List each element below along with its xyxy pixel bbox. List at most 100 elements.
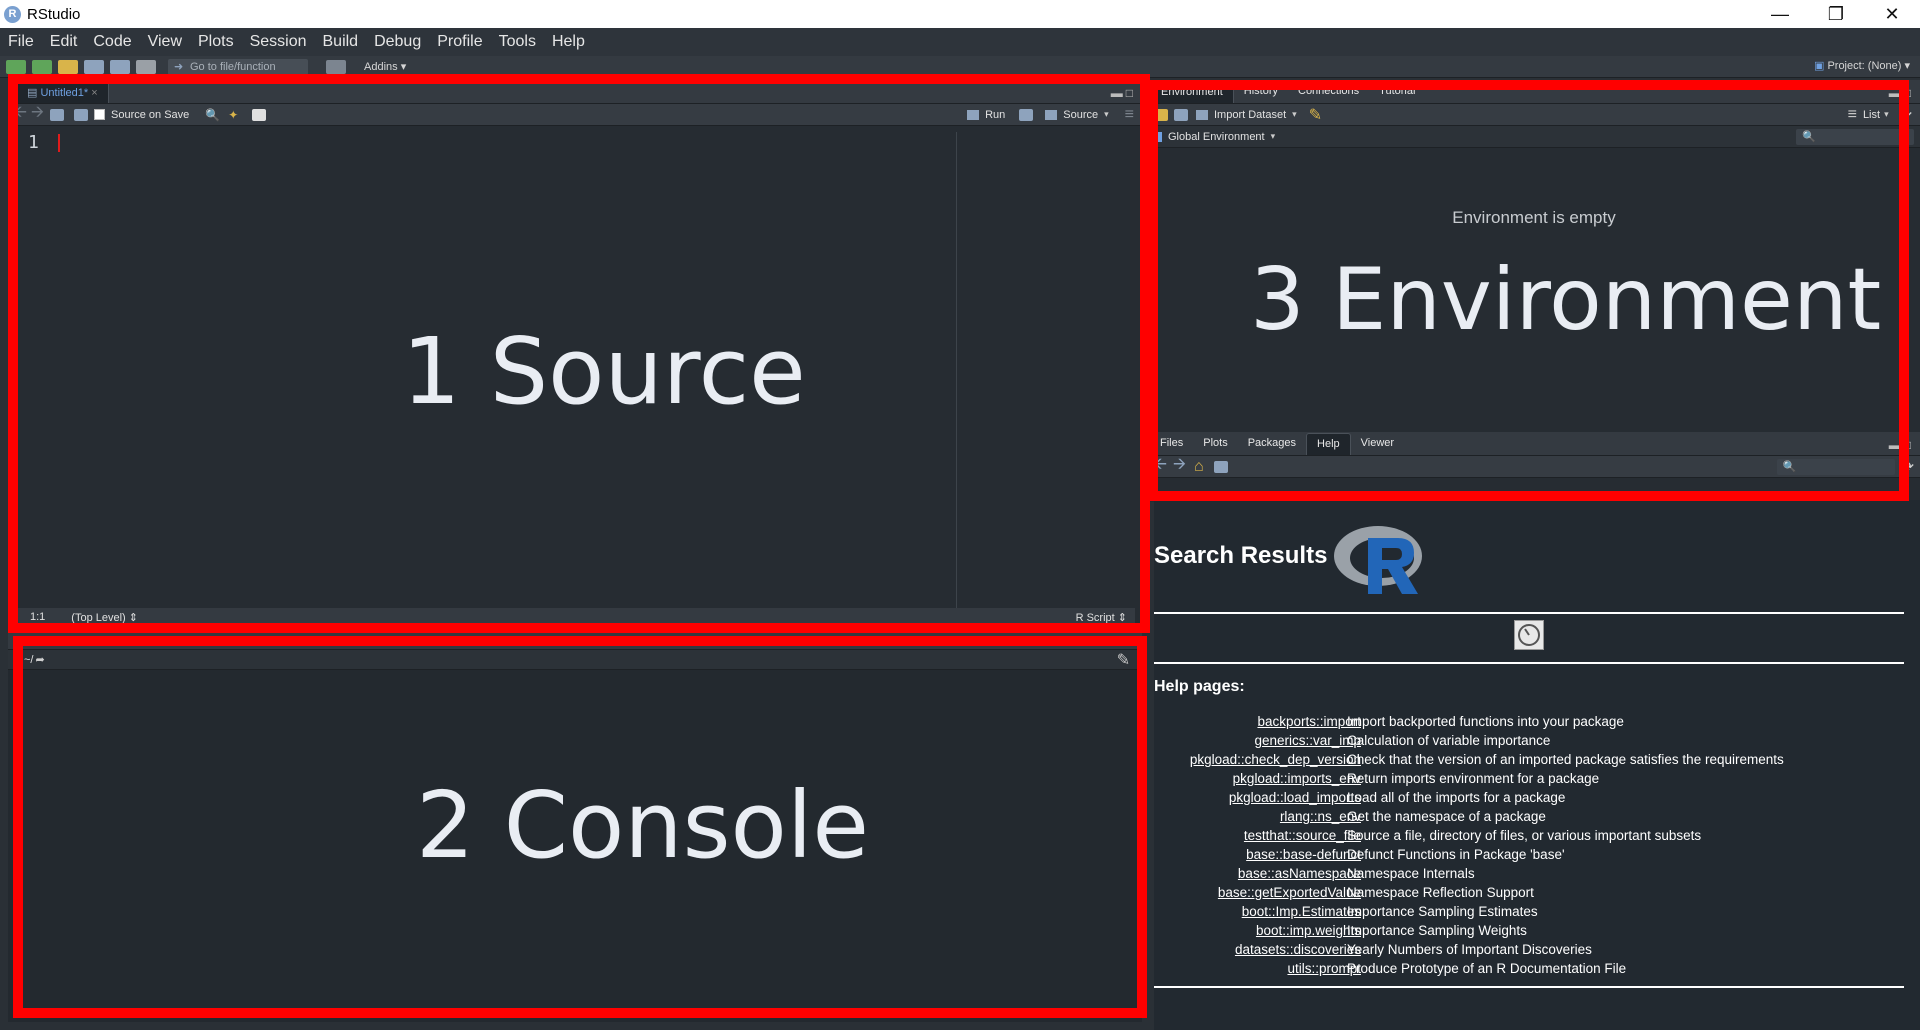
rerun-icon[interactable] [1019,108,1034,121]
magic-wand-icon[interactable]: ✦ [228,108,238,122]
help-row: base::base-defunct Defunct Functions in P… [1154,847,1920,866]
help-home-icon[interactable]: ⌂ [1194,458,1204,476]
clear-console-icon[interactable]: ✎ [1117,650,1130,670]
save-workspace-icon[interactable] [1174,108,1188,121]
list-view-selector[interactable]: ≡ List ▾ [1848,106,1889,124]
menu-code[interactable]: Code [93,33,131,51]
help-forward-icon[interactable]: 🡪 [1173,453,1186,480]
console-path-arrow-icon[interactable]: ➦ [35,653,44,666]
source-on-save-checkbox[interactable] [94,109,105,120]
help-link[interactable]: base::base-defunct [1246,847,1361,862]
open-file-icon[interactable] [58,59,78,74]
project-cube-icon: ▣ [1813,60,1825,72]
clear-broom-icon[interactable]: ✎ [1309,105,1322,125]
menu-view[interactable]: View [148,33,182,51]
source-statusbar: 1:1 (Top Level) ⇕ R Script ⇕ [16,608,1135,626]
environment-selector[interactable]: Global Environment ▾ [1148,131,1275,143]
run-button[interactable]: Run [967,109,1005,121]
help-description: Defunct Functions in Package 'base' [1347,847,1565,862]
print-icon[interactable] [136,59,156,74]
refresh-icon[interactable]: ⟳ [1899,105,1912,125]
menu-build[interactable]: Build [323,33,359,51]
addins-menu[interactable]: Addins ▾ [364,60,406,73]
help-link[interactable]: pkgload::imports_env [1233,771,1361,786]
help-link[interactable]: boot::Imp.Estimates [1242,904,1361,919]
help-popout-icon[interactable] [1213,460,1228,473]
files-tabstrip: Files Plots Packages Help Viewer [1148,432,1920,456]
help-refresh-icon[interactable]: ⟳ [1901,457,1914,477]
tab-tutorial[interactable]: Tutorial [1369,81,1425,103]
help-link[interactable]: testthat::source_file [1244,828,1361,843]
environment-tabstrip: Environment History Connections Tutorial [1148,80,1920,104]
help-link[interactable]: base::getExportedValue [1218,885,1361,900]
tab-history[interactable]: History [1234,81,1288,103]
help-description: Namespace Internals [1347,866,1475,881]
tab-plots[interactable]: Plots [1193,433,1237,455]
source-pane-controls[interactable]: ▬□ [1111,86,1136,100]
help-row: utils::prompt Produce Prototype of an R D… [1154,961,1920,980]
scope-selector[interactable]: (Top Level) ⇕ [71,611,138,624]
help-description: Namespace Reflection Support [1347,885,1534,900]
show-in-window-icon[interactable] [50,108,64,121]
environment-search-input[interactable]: 🔍 [1796,128,1914,145]
help-divider-middle [1154,662,1904,664]
help-link[interactable]: boot::imp.weights [1256,923,1361,938]
menu-file[interactable]: File [8,33,34,51]
tab-viewer[interactable]: Viewer [1351,433,1404,455]
menu-help[interactable]: Help [552,33,585,51]
load-workspace-icon[interactable] [1154,108,1168,121]
tab-packages[interactable]: Packages [1238,433,1306,455]
run-icon [967,109,980,120]
tab-close-icon[interactable]: × [91,87,97,99]
tab-untitled1[interactable]: ▤ Untitled1* × [16,81,109,103]
compile-report-icon[interactable] [252,108,267,121]
save-all-icon[interactable] [110,59,130,74]
help-link[interactable]: base::asNamespace [1238,866,1361,881]
back-arrow-icon[interactable]: 🡨 [14,101,27,128]
window-title: RStudio [27,5,81,23]
file-type-selector[interactable]: R Script ⇕ [1076,611,1127,624]
menu-session[interactable]: Session [250,33,307,51]
source-dropdown-icon: ▾ [1104,109,1109,119]
forward-arrow-icon[interactable]: 🡪 [31,101,44,128]
help-description: Importance Sampling Weights [1347,923,1527,938]
source-button[interactable]: Source ▾ [1045,109,1109,121]
environment-search-icon: 🔍 [1802,130,1816,143]
source-tabstrip: ▤ Untitled1* × [8,80,1142,104]
goto-file-input[interactable]: ➜ Go to file/function [168,58,308,75]
console-path: ~/ [24,653,34,666]
tab-help[interactable]: Help [1306,433,1351,455]
menu-debug[interactable]: Debug [374,33,421,51]
project-menu[interactable]: ▣ Project: (None) ▾ [1814,59,1910,72]
grid-layout-icon[interactable] [326,59,346,74]
help-link[interactable]: pkgload::load_imports [1229,790,1361,805]
menu-profile[interactable]: Profile [437,33,482,51]
help-link[interactable]: pkgload::check_dep_version [1190,752,1361,767]
save-file-icon[interactable] [74,108,88,121]
save-icon[interactable] [84,59,104,74]
help-search-input[interactable]: 🔍 [1776,458,1895,475]
tab-environment[interactable]: Environment [1150,81,1234,103]
menu-plots[interactable]: Plots [198,33,234,51]
restore-button[interactable]: ❐ [1808,0,1864,28]
new-project-icon[interactable] [32,59,52,74]
search-icon[interactable]: 🔍 [205,108,220,122]
help-back-icon[interactable]: 🡨 [1154,453,1167,480]
menu-edit[interactable]: Edit [50,33,78,51]
close-button[interactable]: ✕ [1864,0,1920,28]
help-link[interactable]: backports::import [1257,714,1361,729]
outline-icon[interactable]: ≡ [1125,106,1134,124]
help-row: rlang::ns_env Get the namespace of a pack… [1154,809,1920,828]
minimize-button[interactable]: — [1752,0,1808,28]
help-divider-bottom [1154,986,1904,988]
help-link[interactable]: datasets::discoveries [1235,942,1361,957]
import-dataset-button[interactable]: Import Dataset ▾ [1196,109,1297,121]
help-link[interactable]: generics::var_imp [1254,733,1361,748]
environment-pane-controls[interactable]: ▬□ [1889,86,1914,100]
files-pane-controls[interactable]: ▬□ [1889,438,1914,452]
tab-files[interactable]: Files [1150,433,1193,455]
tab-connections[interactable]: Connections [1288,81,1369,103]
new-file-icon[interactable] [6,59,26,74]
menu-tools[interactable]: Tools [499,33,536,51]
list-view-icon: ≡ [1847,105,1857,123]
